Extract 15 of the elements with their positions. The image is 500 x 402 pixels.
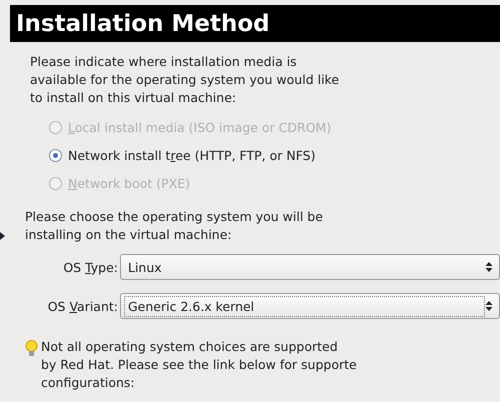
updown-arrows-icon <box>485 300 493 312</box>
dropdown[interactable]: Linux <box>120 254 500 280</box>
radio-option[interactable]: Network install tree (HTTP, FTP, or NFS) <box>49 146 316 164</box>
radio-option: Network boot (PXE) <box>49 174 190 192</box>
field-label: OS Variant: <box>48 298 118 314</box>
field-label: OS Type: <box>63 260 118 274</box>
pointer-icon <box>0 232 5 240</box>
instruction-text: Please indicate where installation media is available for the operating system you would like to install on this virtual machine: <box>30 53 340 107</box>
lightbulb-icon <box>25 340 38 357</box>
radio-option: Local install media (ISO image or CDROM) <box>49 118 332 136</box>
dropdown[interactable]: Generic 2.6.x kernel <box>120 293 500 319</box>
page-title: Installation Method <box>16 10 270 36</box>
instruction-text: Please choose the operating system you will be installing on the virtual machine: <box>25 208 323 244</box>
note-text: Not all operating system choices are supported by Red Hat. Please see the link below for supporte configurations: <box>41 338 357 392</box>
updown-arrows-icon <box>485 261 493 273</box>
